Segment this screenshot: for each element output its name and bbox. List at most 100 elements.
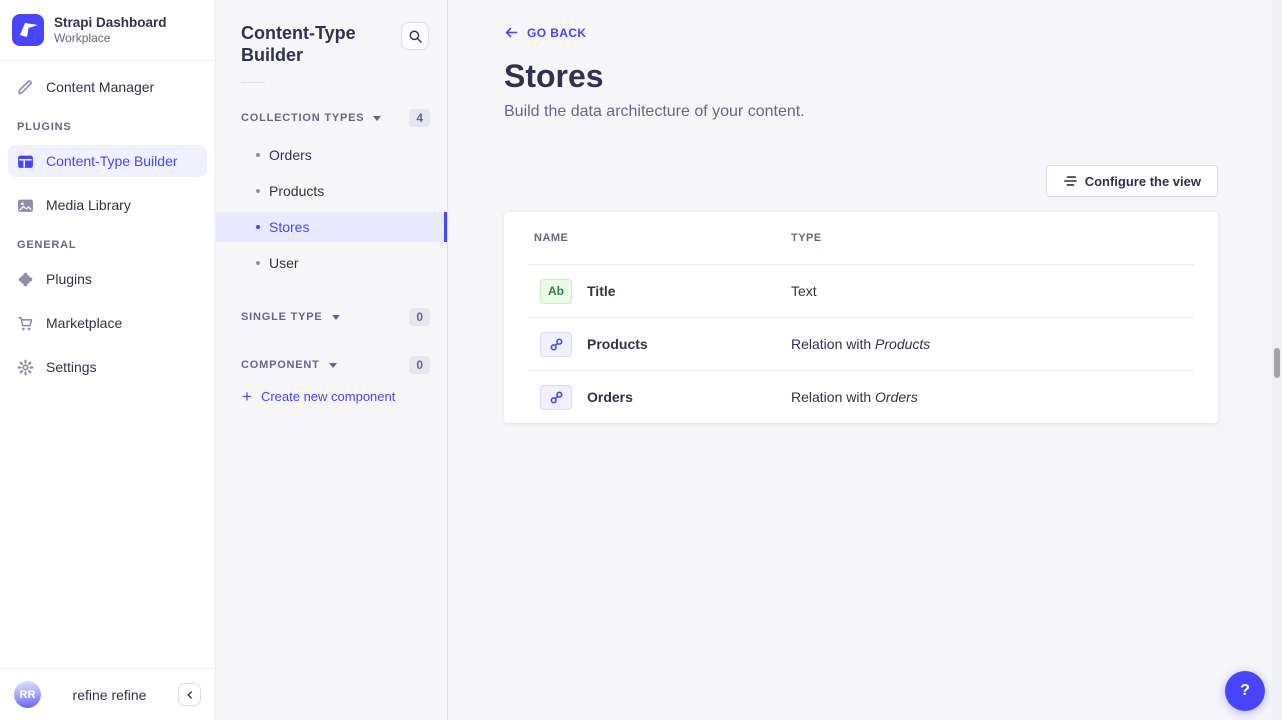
field-type: Relation with (791, 389, 875, 405)
configure-view-button[interactable]: Configure the view (1046, 165, 1218, 197)
sidebar-item-label: Content Manager (46, 79, 154, 95)
puzzle-icon (17, 271, 34, 288)
sidebar-item-label: Content-Type Builder (46, 153, 178, 169)
field-name: Title (587, 283, 616, 299)
bullet-icon (256, 153, 260, 157)
column-header-name: NAME (534, 232, 791, 244)
field-type-cell: Text (791, 283, 1218, 299)
collection-types-list: Orders Products Stores User (216, 140, 447, 278)
field-type: Text (791, 283, 817, 299)
collection-type-orders[interactable]: Orders (216, 140, 447, 170)
collection-types-count: 4 (409, 109, 430, 127)
chevron-down-icon (332, 315, 340, 320)
component-count: 0 (409, 356, 430, 374)
sidebar-item-media-library[interactable]: Media Library (8, 189, 207, 221)
go-back-link[interactable]: GO BACK (504, 25, 586, 40)
create-new-component-label: Create new component (261, 389, 395, 404)
field-name-cell: Ab Title (540, 279, 791, 304)
collection-type-label: Products (269, 183, 324, 199)
table-row-title[interactable]: Ab Title Text (504, 265, 1218, 317)
workspace-subtitle: Workplace (54, 31, 167, 46)
field-name: Products (587, 336, 648, 352)
field-name-cell: Products (540, 332, 791, 357)
collection-types-header: COLLECTION TYPES 4 (216, 109, 447, 127)
collapse-sidebar-button[interactable] (178, 683, 201, 706)
main-content: GO BACK Stores Build the data architectu… (448, 0, 1282, 720)
sidebar-item-label: Plugins (46, 271, 92, 287)
collection-types-toggle[interactable]: COLLECTION TYPES (241, 112, 381, 124)
gear-icon (17, 359, 34, 376)
nav-section-general: GENERAL (17, 239, 207, 251)
text-field-icon: Ab (540, 279, 572, 304)
sidebar-item-label: Settings (46, 359, 97, 375)
avatar[interactable]: RR (14, 681, 41, 708)
collection-type-user[interactable]: User (216, 248, 447, 278)
pencil-icon (17, 79, 34, 96)
page-subtitle: Build the data architecture of your cont… (504, 103, 1218, 121)
field-type-target: Products (875, 336, 930, 352)
collection-type-label: Orders (269, 147, 312, 163)
collection-type-label: User (269, 255, 299, 271)
field-type: Relation with (791, 336, 875, 352)
search-button[interactable] (401, 22, 429, 50)
divider (241, 82, 265, 83)
layout-icon (17, 153, 34, 170)
collection-type-stores[interactable]: Stores (216, 212, 447, 242)
column-header-type: TYPE (791, 232, 1218, 244)
group-label-text: COLLECTION TYPES (241, 112, 364, 124)
layout-lines-icon (1063, 174, 1077, 188)
nav-body: Content Manager PLUGINS Content-Type Bui… (0, 61, 215, 668)
image-icon (17, 197, 34, 214)
workspace-header[interactable]: Strapi Dashboard Workplace (0, 0, 215, 61)
single-type-toggle[interactable]: SINGLE TYPE (241, 311, 340, 323)
sidebar-item-label: Media Library (46, 197, 131, 213)
bullet-icon (256, 261, 260, 265)
primary-sidebar: Strapi Dashboard Workplace Content Manag… (0, 0, 216, 720)
arrow-left-icon (504, 25, 519, 40)
create-new-component-link[interactable]: + Create new component (242, 389, 447, 404)
user-footer: RR refine refine (0, 668, 215, 720)
table-row-products[interactable]: Products Relation with Products (504, 318, 1218, 370)
table-row-orders[interactable]: Orders Relation with Orders (504, 371, 1218, 423)
single-type-header: SINGLE TYPE 0 (216, 308, 447, 326)
sidebar-item-content-manager[interactable]: Content Manager (8, 71, 207, 103)
strapi-logo (12, 14, 44, 46)
component-toggle[interactable]: COMPONENT (241, 359, 337, 371)
subnav-title: Content-Type Builder (241, 22, 391, 66)
sidebar-item-label: Marketplace (46, 315, 122, 331)
scrollbar-track (1272, 0, 1282, 720)
relation-link-icon (540, 385, 572, 410)
field-name-cell: Orders (540, 385, 791, 410)
component-header: COMPONENT 0 (216, 356, 447, 374)
help-button[interactable]: ? (1225, 671, 1265, 711)
plus-icon: + (242, 390, 252, 403)
workspace-title: Strapi Dashboard (54, 15, 167, 31)
sidebar-item-settings[interactable]: Settings (8, 351, 207, 383)
fields-table: NAME TYPE Ab Title Text Products Relatio… (504, 212, 1218, 423)
field-name: Orders (587, 389, 633, 405)
nav-section-plugins: PLUGINS (17, 121, 207, 133)
workspace-info: Strapi Dashboard Workplace (54, 15, 167, 46)
field-type-cell: Relation with Orders (791, 389, 1218, 405)
field-type-cell: Relation with Products (791, 336, 1218, 352)
page-title: Stores (504, 58, 1218, 95)
sidebar-item-marketplace[interactable]: Marketplace (8, 307, 207, 339)
toolbar: Configure the view (504, 165, 1218, 197)
chevron-down-icon (373, 116, 381, 121)
single-type-count: 0 (409, 308, 430, 326)
sidebar-item-plugins[interactable]: Plugins (8, 263, 207, 295)
strapi-logo-icon (12, 14, 44, 46)
field-type-target: Orders (875, 389, 918, 405)
chevron-down-icon (329, 363, 337, 368)
configure-view-label: Configure the view (1085, 174, 1201, 189)
sidebar-item-content-type-builder[interactable]: Content-Type Builder (8, 145, 207, 177)
bullet-icon (256, 225, 260, 229)
collection-type-products[interactable]: Products (216, 176, 447, 206)
relation-link-icon (540, 332, 572, 357)
scrollbar-thumb[interactable] (1274, 348, 1280, 378)
user-name: refine refine (41, 687, 178, 703)
collection-type-label: Stores (269, 219, 309, 235)
group-label-text: SINGLE TYPE (241, 311, 323, 323)
subnav-header: Content-Type Builder (216, 0, 447, 66)
search-icon (408, 29, 423, 44)
